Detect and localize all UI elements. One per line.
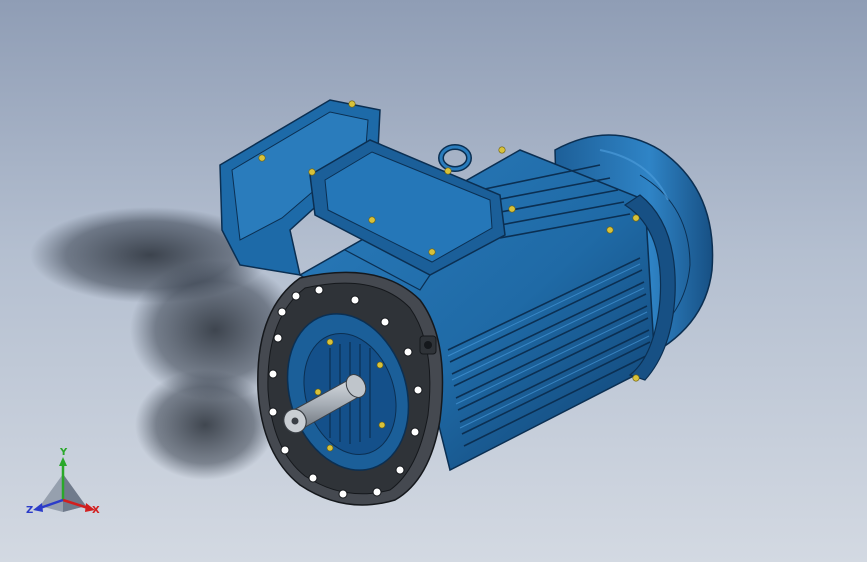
triad-y-label: Y [60,447,68,458]
triad-x-label: X [92,505,100,516]
graphics-viewport[interactable]: Y X Z [0,0,867,562]
triad-z-label: Z [26,505,34,516]
orientation-triad[interactable]: Y X Z [26,448,106,520]
motor-3d-model[interactable] [0,0,867,562]
